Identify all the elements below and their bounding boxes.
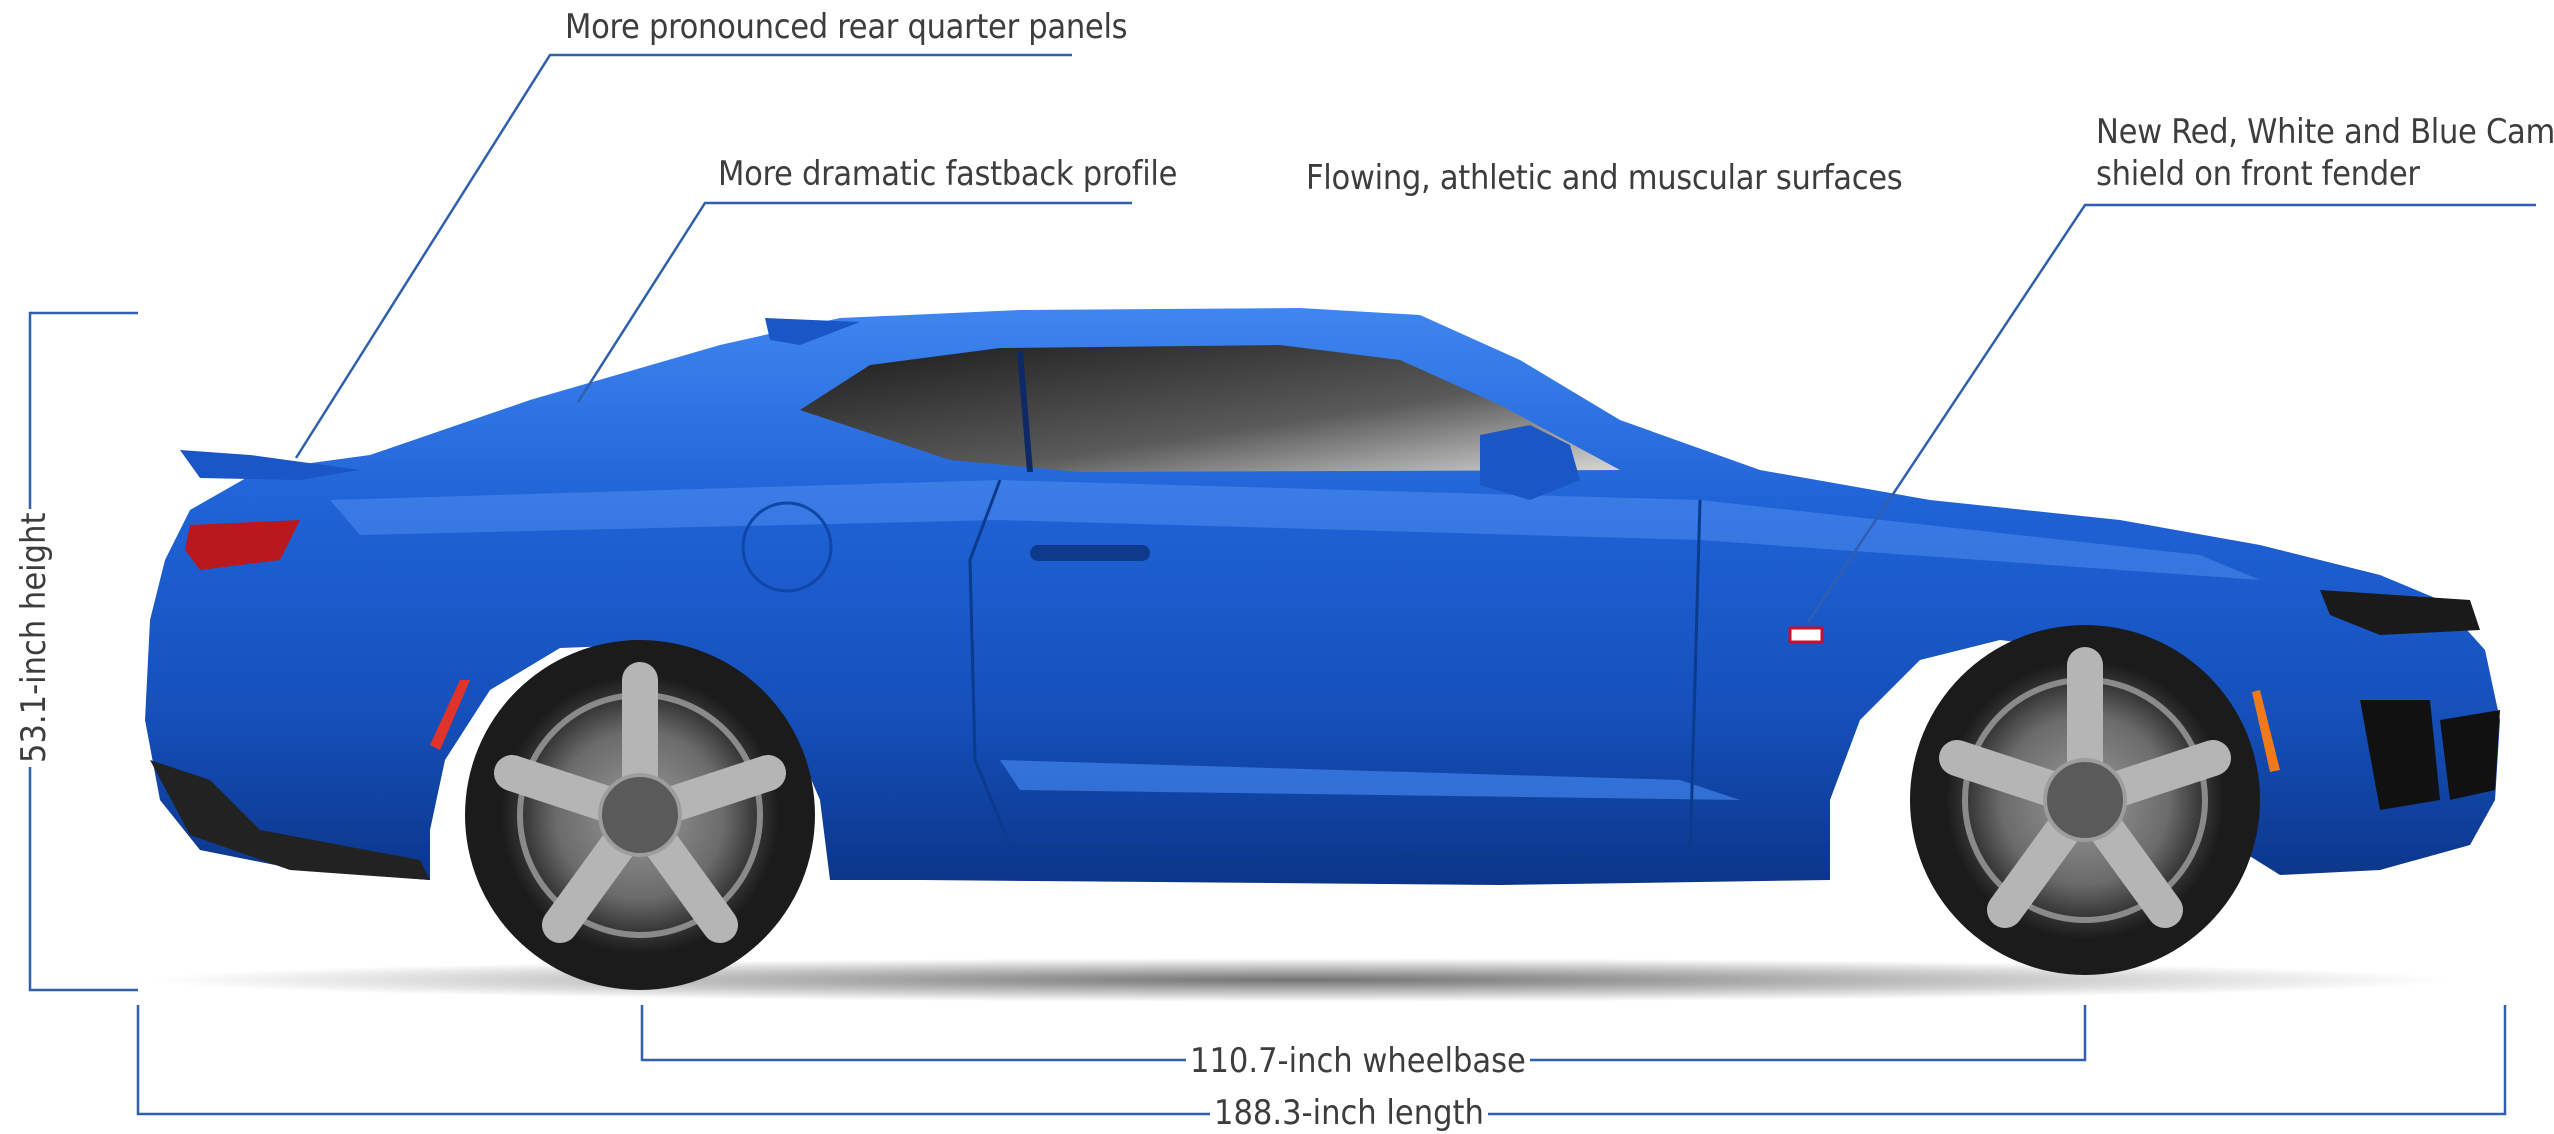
callout-shield-line1: New Red, White and Blue Camaro bbox=[2096, 112, 2554, 152]
callout-surfaces: Flowing, athletic and muscular surfaces bbox=[1306, 158, 1903, 198]
height-label: 53.1-inch height bbox=[14, 509, 54, 767]
car-illustration bbox=[145, 308, 2500, 990]
spec-diagram: More pronounced rear quarter panels More… bbox=[0, 0, 2554, 1134]
front-wheel bbox=[1910, 625, 2260, 975]
length-label: 188.3-inch length bbox=[1210, 1093, 1488, 1133]
wheelbase-label: 110.7-inch wheelbase bbox=[1186, 1041, 1530, 1081]
callout-fastback: More dramatic fastback profile bbox=[718, 154, 1178, 194]
callout-shield-line2: shield on front fender bbox=[2096, 154, 2420, 194]
callout-rear-quarter: More pronounced rear quarter panels bbox=[565, 7, 1128, 47]
camaro-shield-badge bbox=[1788, 626, 1824, 644]
rear-wheel bbox=[465, 640, 815, 990]
door-handle bbox=[1030, 545, 1150, 561]
